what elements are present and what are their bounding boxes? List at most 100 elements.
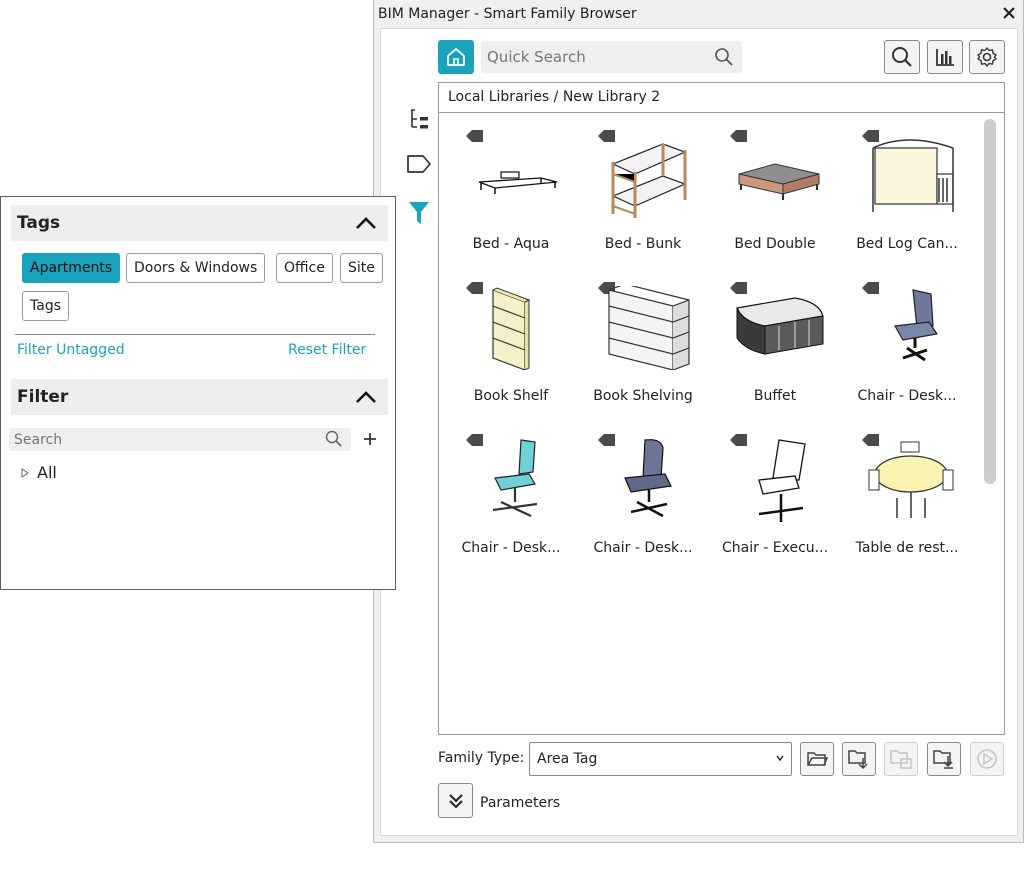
family-item-label: Chair - Desk...	[857, 388, 957, 404]
filter-view-button[interactable]	[406, 200, 432, 226]
parameters-label: Parameters	[480, 795, 561, 811]
round-table-thumbnail	[868, 441, 954, 518]
family-item-label: Bed - Aqua	[472, 236, 550, 252]
tree-icon	[411, 109, 428, 129]
reload-family-button[interactable]	[884, 742, 918, 776]
tags-filter-panel: Tags Apartments Doors & Windows Office S…	[0, 196, 396, 590]
tag-chip-site[interactable]: Site	[340, 253, 383, 283]
close-icon	[1003, 7, 1015, 19]
family-grid: Bed - Aqua Bed - Bunk Bed Double Bed Log…	[439, 114, 977, 734]
family-item-label: Chair - Desk...	[461, 540, 561, 556]
statistics-button[interactable]	[927, 40, 963, 74]
home-icon	[447, 48, 465, 66]
title-bar: BIM Manager - Smart Family Browser	[374, 0, 1023, 28]
play-disabled-icon	[977, 749, 997, 769]
tags-view-button[interactable]	[406, 151, 432, 177]
tag-icon	[407, 155, 431, 173]
chair-blue-grey-thumbnail	[894, 289, 939, 362]
quick-search-input[interactable]	[487, 41, 707, 73]
chair-executive-thumbnail	[758, 439, 806, 522]
family-item-label: Bed - Bunk	[604, 236, 682, 252]
bunk-bed-thumbnail	[611, 143, 687, 218]
tag-chip-tags[interactable]: Tags	[22, 291, 69, 321]
play-button[interactable]	[970, 742, 1004, 776]
reset-filter-link[interactable]: Reset Filter	[288, 342, 366, 358]
tags-section-header[interactable]: Tags	[11, 205, 388, 241]
expand-triangle-icon[interactable]	[21, 468, 29, 478]
buffet-thumbnail	[736, 297, 824, 355]
family-type-select[interactable]: Area Tag	[529, 742, 792, 776]
family-item[interactable]: Bed Double	[709, 114, 841, 264]
double-bed-thumbnail	[738, 163, 820, 200]
family-item-label: Table de rest...	[855, 540, 959, 556]
quick-search-box[interactable]	[481, 41, 742, 73]
filter-search-input[interactable]	[14, 428, 314, 451]
family-item[interactable]: Book Shelf	[445, 266, 577, 416]
tag-chip-doors-windows[interactable]: Doors & Windows	[126, 253, 266, 283]
tree-view-button[interactable]	[406, 106, 432, 132]
family-type-value: Area Tag	[537, 751, 598, 767]
home-button[interactable]	[438, 40, 474, 74]
family-item[interactable]: Bed Log Can...	[841, 114, 973, 264]
reload-disabled-icon	[890, 750, 912, 769]
double-chevron-down-icon	[448, 793, 463, 808]
open-folder-icon	[807, 752, 828, 766]
family-item[interactable]: Bed - Bunk	[577, 114, 709, 264]
tree-node-all[interactable]: All	[21, 463, 57, 482]
filter-untagged-link[interactable]: Filter Untagged	[17, 342, 125, 358]
family-item[interactable]: Chair - Execu...	[709, 418, 841, 568]
advanced-search-button[interactable]	[884, 40, 920, 74]
family-item-label: Book Shelving	[593, 388, 693, 404]
save-folder-icon	[933, 750, 953, 769]
tag-chip-office[interactable]: Office	[276, 253, 333, 283]
divider	[15, 334, 375, 335]
add-filter-button[interactable]	[361, 429, 379, 449]
filter-section-title: Filter	[17, 387, 69, 407]
family-item-label: Bed Double	[734, 236, 816, 252]
filter-search-box[interactable]	[9, 428, 351, 451]
family-type-label: Family Type:	[438, 750, 525, 766]
family-item[interactable]: Book Shelving	[577, 266, 709, 416]
tree-node-label: All	[37, 463, 57, 482]
bed-flat-thumbnail	[478, 171, 558, 194]
close-button[interactable]	[999, 3, 1019, 23]
plus-icon	[364, 433, 376, 445]
collapse-up-icon[interactable]	[354, 389, 378, 405]
family-item-label: Buffet	[753, 388, 797, 404]
family-item-label: Chair - Desk...	[593, 540, 693, 556]
parameters-toggle-button[interactable]	[438, 783, 473, 818]
book-shelving-thumbnail	[608, 286, 690, 370]
family-item-label: Chair - Execu...	[721, 540, 829, 556]
family-item[interactable]: Bed - Aqua	[445, 114, 577, 264]
tags-section-title: Tags	[17, 213, 61, 233]
book-shelf-thumbnail	[492, 287, 531, 370]
chair-cyan-thumbnail	[492, 439, 538, 517]
save-family-button[interactable]	[927, 742, 961, 776]
family-item[interactable]: Chair - Desk...	[445, 418, 577, 568]
family-item[interactable]: Buffet	[709, 266, 841, 416]
load-family-button[interactable]	[842, 742, 876, 776]
window-title: BIM Manager - Smart Family Browser	[378, 6, 637, 22]
grid-scrollbar[interactable]	[984, 119, 996, 484]
family-item[interactable]: Table de rest...	[841, 418, 973, 568]
tag-chip-apartments[interactable]: Apartments	[22, 253, 121, 283]
search-icon	[892, 47, 912, 67]
chair-dark-thumbnail	[624, 439, 672, 518]
filter-icon	[409, 202, 429, 224]
browser-panel: Local Libraries / New Library 2 Bed - Aq…	[380, 28, 1018, 836]
chevron-down-icon	[776, 755, 784, 762]
collapse-up-icon[interactable]	[354, 215, 378, 231]
settings-button[interactable]	[969, 40, 1005, 74]
family-item[interactable]: Chair - Desk...	[577, 418, 709, 568]
filter-section-header[interactable]: Filter	[11, 379, 388, 415]
magnifier-icon	[715, 48, 733, 66]
family-item-label: Book Shelf	[473, 388, 549, 404]
breadcrumb[interactable]: Local Libraries / New Library 2	[439, 83, 1004, 113]
gear-icon	[977, 47, 997, 67]
open-folder-button[interactable]	[800, 742, 834, 776]
load-folder-icon	[848, 750, 868, 770]
canopy-bed-thumbnail	[872, 139, 954, 212]
family-item[interactable]: Chair - Desk...	[841, 266, 973, 416]
stats-icon	[936, 49, 954, 66]
magnifier-icon	[325, 430, 342, 447]
